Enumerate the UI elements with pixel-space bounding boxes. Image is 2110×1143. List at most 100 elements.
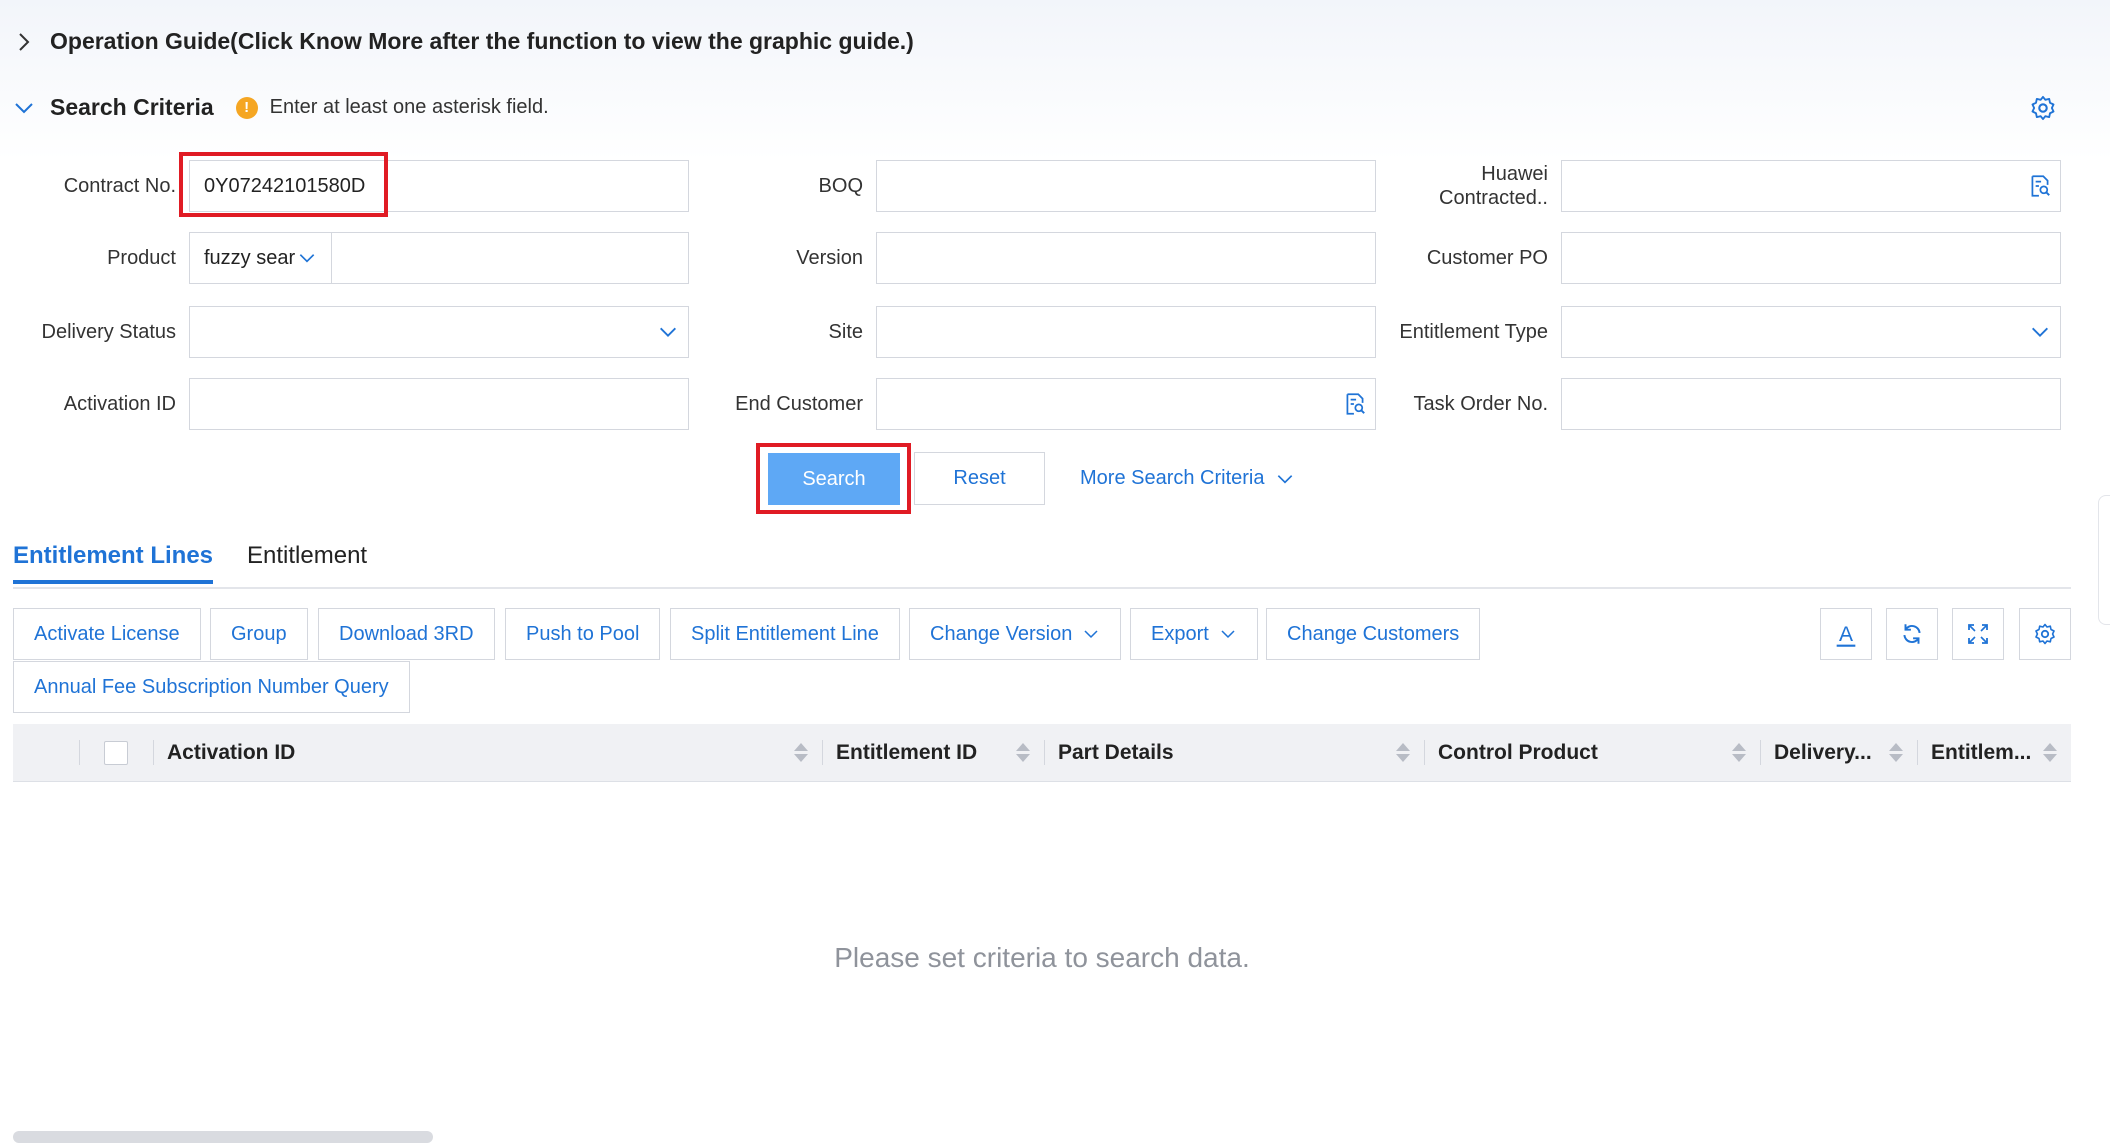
sort-icon[interactable]	[1889, 743, 1903, 762]
annual-fee-query-button[interactable]: Annual Fee Subscription Number Query	[13, 661, 410, 713]
product-label: Product	[107, 247, 176, 269]
customer-po-field[interactable]	[1561, 232, 2061, 284]
reset-button[interactable]: Reset	[914, 452, 1045, 505]
chevron-down-icon	[1221, 630, 1235, 639]
entitlement-type-input[interactable]	[1562, 307, 2020, 357]
delivery-status-select[interactable]	[189, 306, 689, 358]
task-order-no-label: Task Order No.	[1413, 393, 1548, 415]
push-to-pool-button[interactable]: Push to Pool	[505, 608, 661, 660]
more-search-criteria-label: More Search Criteria	[1080, 467, 1265, 489]
activation-id-label: Activation ID	[63, 393, 176, 415]
chevron-down-icon[interactable]	[648, 321, 688, 343]
column-activation-id[interactable]: Activation ID	[153, 724, 822, 781]
sort-icon[interactable]	[1396, 743, 1410, 762]
chevron-down-icon[interactable]	[12, 96, 36, 120]
search-criteria-header[interactable]: Search Criteria ! Enter at least one ast…	[12, 94, 549, 121]
version-field[interactable]	[876, 232, 1376, 284]
column-entitlement-id[interactable]: Entitlement ID	[822, 724, 1044, 781]
huawei-contracted-label-line1: Huawei	[1481, 163, 1548, 185]
product-field[interactable]: fuzzy sear	[189, 232, 689, 284]
empty-state-text: Please set criteria to search data.	[834, 942, 1250, 973]
group-button[interactable]: Group	[210, 608, 308, 660]
fullscreen-icon[interactable]	[1952, 608, 2004, 660]
hint-text: Enter at least one asterisk field.	[269, 96, 549, 118]
column-delivery-label: Delivery...	[1774, 740, 1872, 764]
site-field[interactable]	[876, 306, 1376, 358]
more-search-criteria-button[interactable]: More Search Criteria	[1060, 452, 1315, 505]
change-version-label: Change Version	[930, 622, 1073, 645]
chevron-down-icon[interactable]	[2020, 321, 2060, 343]
site-input[interactable]	[877, 307, 1375, 357]
column-control-product[interactable]: Control Product	[1424, 724, 1760, 781]
change-version-button[interactable]: Change Version	[909, 608, 1122, 660]
sort-icon[interactable]	[794, 743, 808, 762]
search-criteria-hint: ! Enter at least one asterisk field.	[235, 96, 549, 119]
customer-po-input[interactable]	[1562, 233, 2060, 283]
column-delivery[interactable]: Delivery...	[1760, 724, 1917, 781]
activation-id-field[interactable]	[189, 378, 689, 430]
result-tabs: Entitlement Lines Entitlement	[13, 542, 401, 584]
download-3rd-button[interactable]: Download 3RD	[318, 608, 495, 660]
end-customer-field[interactable]	[876, 378, 1376, 430]
product-input[interactable]	[332, 233, 688, 283]
table-header: Activation ID Entitlement ID Part Detail…	[13, 724, 2071, 782]
chevron-down-icon	[1084, 630, 1098, 639]
task-order-no-input[interactable]	[1562, 379, 2060, 429]
change-customers-button[interactable]: Change Customers	[1266, 608, 1481, 660]
column-part-details[interactable]: Part Details	[1044, 724, 1424, 781]
chevron-down-icon	[299, 254, 315, 263]
sort-icon[interactable]	[2043, 743, 2057, 762]
entitlement-type-select[interactable]	[1561, 306, 2061, 358]
activate-license-button[interactable]: Activate License	[13, 608, 201, 660]
search-settings-gear-icon[interactable]	[2029, 94, 2057, 122]
sort-icon[interactable]	[1016, 743, 1030, 762]
column-part-details-label: Part Details	[1058, 740, 1174, 764]
split-entitlement-line-button[interactable]: Split Entitlement Line	[670, 608, 900, 660]
export-button[interactable]: Export	[1130, 608, 1258, 660]
select-all-checkbox[interactable]	[104, 740, 128, 765]
version-input[interactable]	[877, 233, 1375, 283]
boq-input[interactable]	[877, 161, 1375, 211]
delivery-status-label: Delivery Status	[41, 321, 177, 343]
huawei-contracted-label: Huawei Contracted..	[1400, 162, 1548, 210]
operation-guide-header[interactable]: Operation Guide(Click Know More after th…	[12, 28, 914, 55]
lookup-icon[interactable]	[1335, 391, 1375, 417]
end-customer-input[interactable]	[877, 379, 1335, 429]
column-entitlement[interactable]: Entitlem...	[1917, 724, 2071, 781]
tab-entitlement[interactable]: Entitlement	[247, 542, 367, 584]
font-size-glyph: A	[1839, 623, 1853, 646]
font-size-icon[interactable]: A	[1820, 608, 1872, 660]
search-criteria-title: Search Criteria	[50, 94, 214, 120]
refresh-icon[interactable]	[1886, 608, 1938, 660]
product-match-mode-select[interactable]: fuzzy sear	[190, 233, 332, 283]
site-label: Site	[828, 321, 863, 343]
product-match-mode-value: fuzzy sear	[204, 246, 296, 269]
task-order-no-field[interactable]	[1561, 378, 2061, 430]
column-control-product-label: Control Product	[1438, 740, 1598, 764]
contract-no-label: Contract No.	[63, 175, 176, 197]
boq-field[interactable]	[876, 160, 1376, 212]
delivery-status-input[interactable]	[190, 307, 648, 357]
select-all-cell	[79, 724, 153, 781]
operation-guide-title: Operation Guide(Click Know More after th…	[50, 28, 914, 54]
tabs-divider	[13, 587, 2071, 589]
lookup-icon[interactable]	[2020, 173, 2060, 199]
chevron-right-icon[interactable]	[12, 30, 36, 54]
huawei-contracted-field[interactable]	[1561, 160, 2061, 212]
search-button[interactable]: Search	[768, 453, 900, 505]
side-panel-handle[interactable]	[2098, 495, 2110, 625]
sort-icon[interactable]	[1732, 743, 1746, 762]
customer-po-label: Customer PO	[1426, 247, 1548, 269]
table-settings-gear-icon[interactable]	[2019, 608, 2071, 660]
huawei-contracted-input[interactable]	[1562, 161, 2020, 211]
activation-id-input[interactable]	[190, 379, 688, 429]
column-activation-id-label: Activation ID	[167, 740, 296, 764]
tab-entitlement-lines[interactable]: Entitlement Lines	[13, 542, 214, 584]
header-background	[0, 0, 2110, 160]
table-header-spacer	[13, 724, 79, 781]
contract-no-highlight	[179, 152, 388, 217]
end-customer-label: End Customer	[735, 393, 863, 415]
version-label: Version	[796, 247, 863, 269]
warning-icon: !	[235, 96, 258, 119]
horizontal-scrollbar-thumb[interactable]	[13, 1131, 433, 1143]
